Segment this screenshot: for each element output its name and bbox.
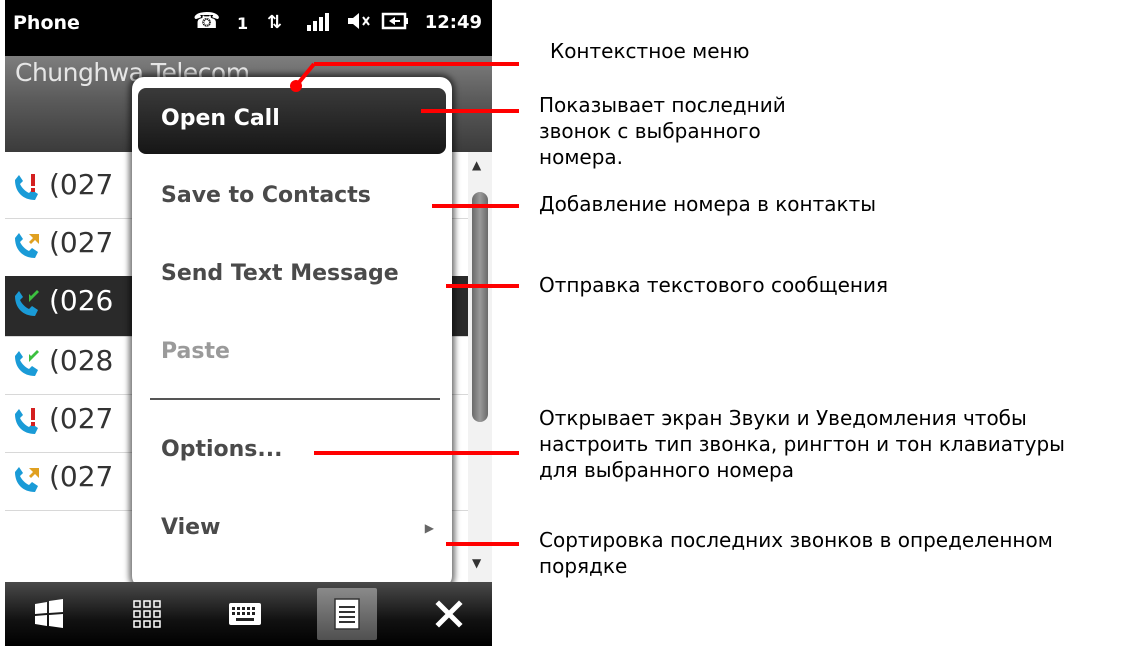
annotation-context-menu: Контекстное меню <box>550 39 750 63</box>
annotation-view: Сортировка последних звонков в определен… <box>539 528 1053 578</box>
context-menu-pointer-dot <box>290 80 302 92</box>
annotation-save-contacts: Добавление номера в контакты <box>539 192 877 216</box>
annotation-options: Открывает экран Звуки и Уведомления чтоб… <box>539 406 1065 482</box>
annotation-open-call: Показывает последний звонок с выбранного… <box>539 93 786 169</box>
annotation-send-text: Отправка текстового сообщения <box>539 273 888 297</box>
